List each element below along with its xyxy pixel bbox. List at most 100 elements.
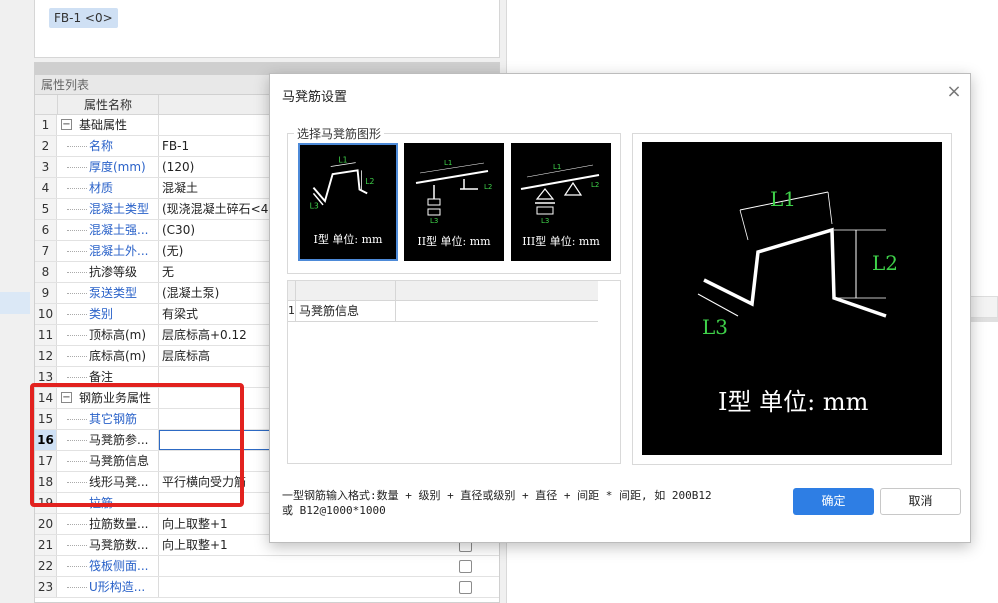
cancel-button[interactable]: 取消 xyxy=(880,488,961,515)
shape-caption: III型 单位: mm xyxy=(522,235,600,248)
preview-caption: I型 单位: mm xyxy=(718,388,869,416)
property-name-cell: 厚度(mm) xyxy=(57,157,159,177)
stirrup-settings-dialog: 马凳筋设置 × 选择马凳筋图形 L1 L2 L3 I型 单位: mm L1 L2… xyxy=(269,73,971,543)
shape-option-type-1[interactable]: L1 L2 L3 I型 单位: mm xyxy=(298,143,398,261)
property-name: 备注 xyxy=(89,370,114,384)
tree-line xyxy=(67,272,87,273)
property-name-cell: 泵送类型 xyxy=(57,283,159,303)
shape-option-type-3[interactable]: L1 L2 L3 III型 单位: mm xyxy=(511,143,611,261)
property-name: 名称 xyxy=(89,139,114,153)
label-l1: L1 xyxy=(338,156,347,165)
tree-line xyxy=(67,335,87,336)
row-number: 7 xyxy=(35,241,57,261)
tree-line xyxy=(67,377,87,378)
hint-line-1: 一型钢筋输入格式:数量 + 级别 + 直径或级别 + 直径 + 间距 * 间距,… xyxy=(282,489,712,502)
tree-line xyxy=(67,251,87,252)
row-number: 10 xyxy=(35,304,57,324)
tree-line xyxy=(67,566,87,567)
property-name: 拉筋数量... xyxy=(89,517,149,531)
property-name-cell: 材质 xyxy=(57,178,159,198)
row-number: 20 xyxy=(35,514,57,534)
table-row[interactable]: 22 筏板侧面... xyxy=(35,556,499,577)
property-name-cell: 筏板侧面... xyxy=(57,556,159,576)
input-format-hint: 一型钢筋输入格式:数量 + 级别 + 直径或级别 + 直径 + 间距 * 间距,… xyxy=(282,488,742,518)
hint-line-2: 或 B12@1000*1000 xyxy=(282,504,386,517)
tree-line xyxy=(67,524,87,525)
tree-line xyxy=(67,545,87,546)
label-l2: L2 xyxy=(484,183,492,191)
table-row[interactable]: 1 马凳筋信息 xyxy=(288,301,598,322)
property-name-cell: U形构造... xyxy=(57,577,159,597)
tree-line xyxy=(67,209,87,210)
close-icon[interactable]: × xyxy=(944,82,964,102)
row-number: 3 xyxy=(35,157,57,177)
property-checkbox[interactable] xyxy=(459,581,472,594)
shape-caption: II型 单位: mm xyxy=(417,235,491,248)
property-name: 厚度(mm) xyxy=(89,160,146,174)
row-number: 5 xyxy=(35,199,57,219)
property-name: 混凝土强... xyxy=(89,223,149,237)
property-name: U形构造... xyxy=(89,580,146,594)
label-l1: L1 xyxy=(770,187,796,211)
label-l2: L2 xyxy=(872,251,898,275)
tree-line xyxy=(67,146,87,147)
right-side-tab[interactable] xyxy=(970,296,998,318)
label-l3: L3 xyxy=(541,217,549,225)
property-name-cell: 顶标高(m) xyxy=(57,325,159,345)
table-row[interactable]: 23 U形构造... xyxy=(35,577,499,598)
property-value[interactable] xyxy=(159,577,449,597)
property-name: 底标高(m) xyxy=(89,349,147,363)
property-name-cell: 混凝土类型 xyxy=(57,199,159,219)
column-header-name: 属性名称 xyxy=(57,95,159,115)
property-name: 泵送类型 xyxy=(89,286,138,300)
property-name-cell: 混凝土强... xyxy=(57,220,159,240)
property-name-cell: 拉筋数量... xyxy=(57,514,159,534)
label-l1: L1 xyxy=(553,163,561,171)
row-number: 22 xyxy=(35,556,57,576)
shape-caption: I型 单位: mm xyxy=(313,233,383,246)
component-tag[interactable]: FB-1 <0> xyxy=(49,8,118,28)
collapse-icon[interactable]: − xyxy=(61,119,72,130)
tree-line xyxy=(67,314,87,315)
row-number: 2 xyxy=(35,136,57,156)
property-name-cell: − 基础属性 xyxy=(57,115,159,135)
property-name: 类别 xyxy=(89,307,114,321)
row-number: 21 xyxy=(35,535,57,555)
row-number: 23 xyxy=(35,577,57,597)
property-name-cell: 底标高(m) xyxy=(57,346,159,366)
label-l2: L2 xyxy=(591,181,599,189)
tree-line xyxy=(67,167,87,168)
property-name-cell: 抗渗等级 xyxy=(57,262,159,282)
property-name-cell: 类别 xyxy=(57,304,159,324)
row-number: 12 xyxy=(35,346,57,366)
left-selected-item[interactable] xyxy=(0,292,30,314)
property-name: 材质 xyxy=(89,181,114,195)
confirm-button[interactable]: 确定 xyxy=(793,488,874,515)
label-l3: L3 xyxy=(702,315,728,339)
row-number: 11 xyxy=(35,325,57,345)
label-l3: L3 xyxy=(430,217,438,225)
table-header xyxy=(288,281,598,301)
tree-line xyxy=(67,587,87,588)
row-label: 马凳筋信息 xyxy=(296,301,396,321)
property-name: 混凝土类型 xyxy=(89,202,150,216)
property-name-cell: 混凝土外... xyxy=(57,241,159,261)
label-l2: L2 xyxy=(365,177,374,186)
shape-selection-label: 选择马凳筋图形 xyxy=(294,125,385,142)
property-name: 顶标高(m) xyxy=(89,328,147,342)
shape-preview: L1 L2 L3 I型 单位: mm xyxy=(642,142,942,455)
dialog-title: 马凳筋设置 xyxy=(282,90,348,105)
property-checkbox[interactable] xyxy=(459,560,472,573)
tree-line xyxy=(67,230,87,231)
row-number: 1 xyxy=(35,115,57,135)
row-number: 6 xyxy=(35,220,57,240)
tree-line xyxy=(67,356,87,357)
component-list-panel: FB-1 <0> xyxy=(34,0,500,58)
row-number: 9 xyxy=(35,283,57,303)
property-name-cell: 名称 xyxy=(57,136,159,156)
shape-option-type-2[interactable]: L1 L2 L3 II型 单位: mm xyxy=(404,143,504,261)
property-name: 基础属性 xyxy=(79,118,128,132)
right-side-bar xyxy=(970,318,998,322)
row-number: 4 xyxy=(35,178,57,198)
property-value[interactable] xyxy=(159,556,449,576)
